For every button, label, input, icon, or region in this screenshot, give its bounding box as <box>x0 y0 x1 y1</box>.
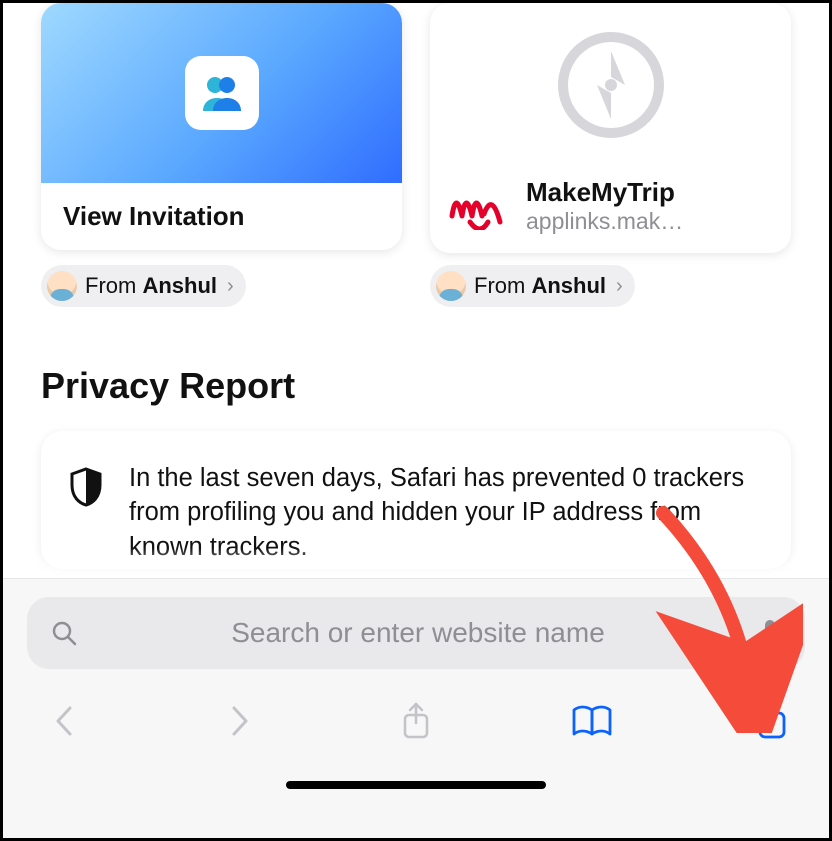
makemytrip-card[interactable]: MakeMyTrip applinks.mak… <box>430 3 791 253</box>
makemytrip-info-row: MakeMyTrip applinks.mak… <box>430 167 791 253</box>
from-chip-right[interactable]: From Anshul › <box>430 265 635 307</box>
makemytrip-subtitle: applinks.mak… <box>526 208 683 235</box>
invitation-label-row: View Invitation <box>41 183 402 250</box>
compass-icon <box>555 29 667 141</box>
address-bar[interactable] <box>27 597 805 669</box>
share-button[interactable] <box>385 697 447 745</box>
chip-text: From Anshul <box>474 273 606 299</box>
bookmarks-button[interactable] <box>561 697 623 745</box>
home-indicator <box>286 781 546 789</box>
invitation-hero <box>41 3 402 183</box>
privacy-section: Privacy Report In the last seven days, S… <box>3 365 829 569</box>
avatar-icon <box>47 271 77 301</box>
shield-icon <box>69 467 103 507</box>
invitation-label: View Invitation <box>63 201 245 232</box>
bottom-bar <box>3 578 829 838</box>
makemytrip-hero <box>430 3 791 167</box>
search-input[interactable] <box>95 617 741 649</box>
safari-start-page-screenshot: View Invitation <box>0 0 832 841</box>
invitation-card-body: View Invitation <box>41 3 402 250</box>
search-icon <box>51 620 77 646</box>
shared-cards-row: View Invitation <box>3 3 829 253</box>
back-button[interactable] <box>33 697 95 745</box>
chevron-right-icon: › <box>616 275 623 298</box>
people-app-icon <box>185 56 259 130</box>
makemytrip-logo <box>448 178 508 234</box>
from-chip-row: From Anshul › From Anshul › <box>3 265 829 307</box>
privacy-card[interactable]: In the last seven days, Safari has preve… <box>41 431 791 569</box>
mic-icon[interactable] <box>759 618 781 648</box>
chevron-right-icon: › <box>227 275 234 298</box>
share-icon <box>400 701 432 741</box>
makemytrip-texts: MakeMyTrip applinks.mak… <box>526 177 683 235</box>
book-icon <box>570 704 614 738</box>
tabs-button[interactable] <box>737 697 799 745</box>
toolbar <box>27 687 805 755</box>
from-chip-left[interactable]: From Anshul › <box>41 265 246 307</box>
content-area: View Invitation <box>3 3 829 578</box>
chip-text: From Anshul <box>85 273 217 299</box>
privacy-body: In the last seven days, Safari has preve… <box>129 461 763 564</box>
avatar-icon <box>436 271 466 301</box>
forward-button[interactable] <box>209 697 271 745</box>
invitation-card[interactable]: View Invitation <box>41 3 402 253</box>
makemytrip-card-body: MakeMyTrip applinks.mak… <box>430 3 791 253</box>
tabs-icon <box>748 701 788 741</box>
privacy-heading: Privacy Report <box>41 365 791 407</box>
makemytrip-title: MakeMyTrip <box>526 177 683 208</box>
